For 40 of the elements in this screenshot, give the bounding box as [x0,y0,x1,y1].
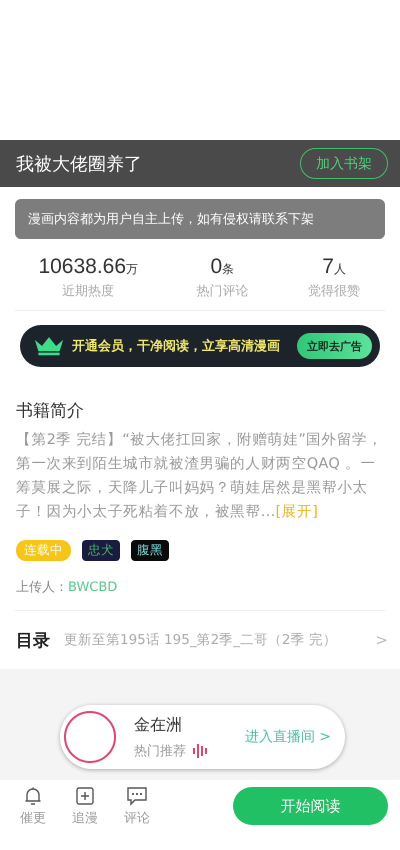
stat-value: 10638.66 [38,255,126,278]
stat-unit: 条 [222,262,234,276]
add-to-shelf-button[interactable]: 加入书架 [300,148,388,179]
start-reading-button[interactable]: 开始阅读 [233,787,388,825]
latest-chapter: 更新至第195话 195_第2季_二哥（2季 完） [64,631,338,649]
tag: 连载中 [16,540,71,561]
chevron-icon: > [375,631,388,649]
live-subtitle: 热门推荐 [134,742,186,760]
stat-label: 近期热度 [62,283,114,300]
uploader-link[interactable]: BWCBD [68,580,118,595]
stat-value: 7 [322,255,334,278]
bottom-action[interactable]: 追漫 [72,786,98,826]
remove-ads-button[interactable]: 立即去广告 [297,333,372,359]
bottom-action[interactable]: 评论 [124,786,150,826]
bell-icon [23,786,43,806]
catalog-title: 目录 [16,630,50,652]
audio-wave-icon [192,742,210,758]
avatar [64,711,116,763]
vip-promo-text: 开通会员，干净阅读，立享高清漫画 [72,338,281,355]
stat-value: 0 [210,255,222,278]
streamer-name: 金在洲 [134,714,183,736]
description-text: 【第2季 完结】“被大佬扛回家，附赠萌娃”国外留学，第一次来到陌生城市就被渣男骗的人财两空QAQ 。一筹莫展之际，天降儿子叫妈妈？萌娃居然是黑帮小太子！因为小太子死粘着不放，被黑帮...[展开] [16,430,384,522]
plus-square-icon [75,786,95,806]
enter-live-link[interactable]: 进入直播间 > [244,728,331,746]
comment-icon [126,786,148,806]
stat-label: 觉得很赞 [308,283,360,300]
comic-title: 我被大佬圈养了 [16,152,142,176]
bottom-action[interactable]: 催更 [20,786,46,826]
live-card[interactable]: 金在洲 热门推荐 进入直播间 > [60,705,345,769]
tag: 忠犬 [82,540,120,561]
crown-icon [34,336,64,356]
stat-label: 热门评论 [196,283,248,300]
catalog-row[interactable]: 目录 更新至第195话 195_第2季_二哥（2季 完） > [0,611,400,669]
stat-unit: 人 [334,262,346,276]
uploader-label: 上传人： [16,580,68,595]
section-title: 书籍简介 [16,401,84,421]
notice-banner: 漫画内容都为用户自主上传，如有侵权请联系下架 [15,199,385,239]
expand-link[interactable]: [展开] [276,504,318,520]
stat-unit: 万 [126,262,138,276]
tag: 腹黑 [131,540,169,561]
